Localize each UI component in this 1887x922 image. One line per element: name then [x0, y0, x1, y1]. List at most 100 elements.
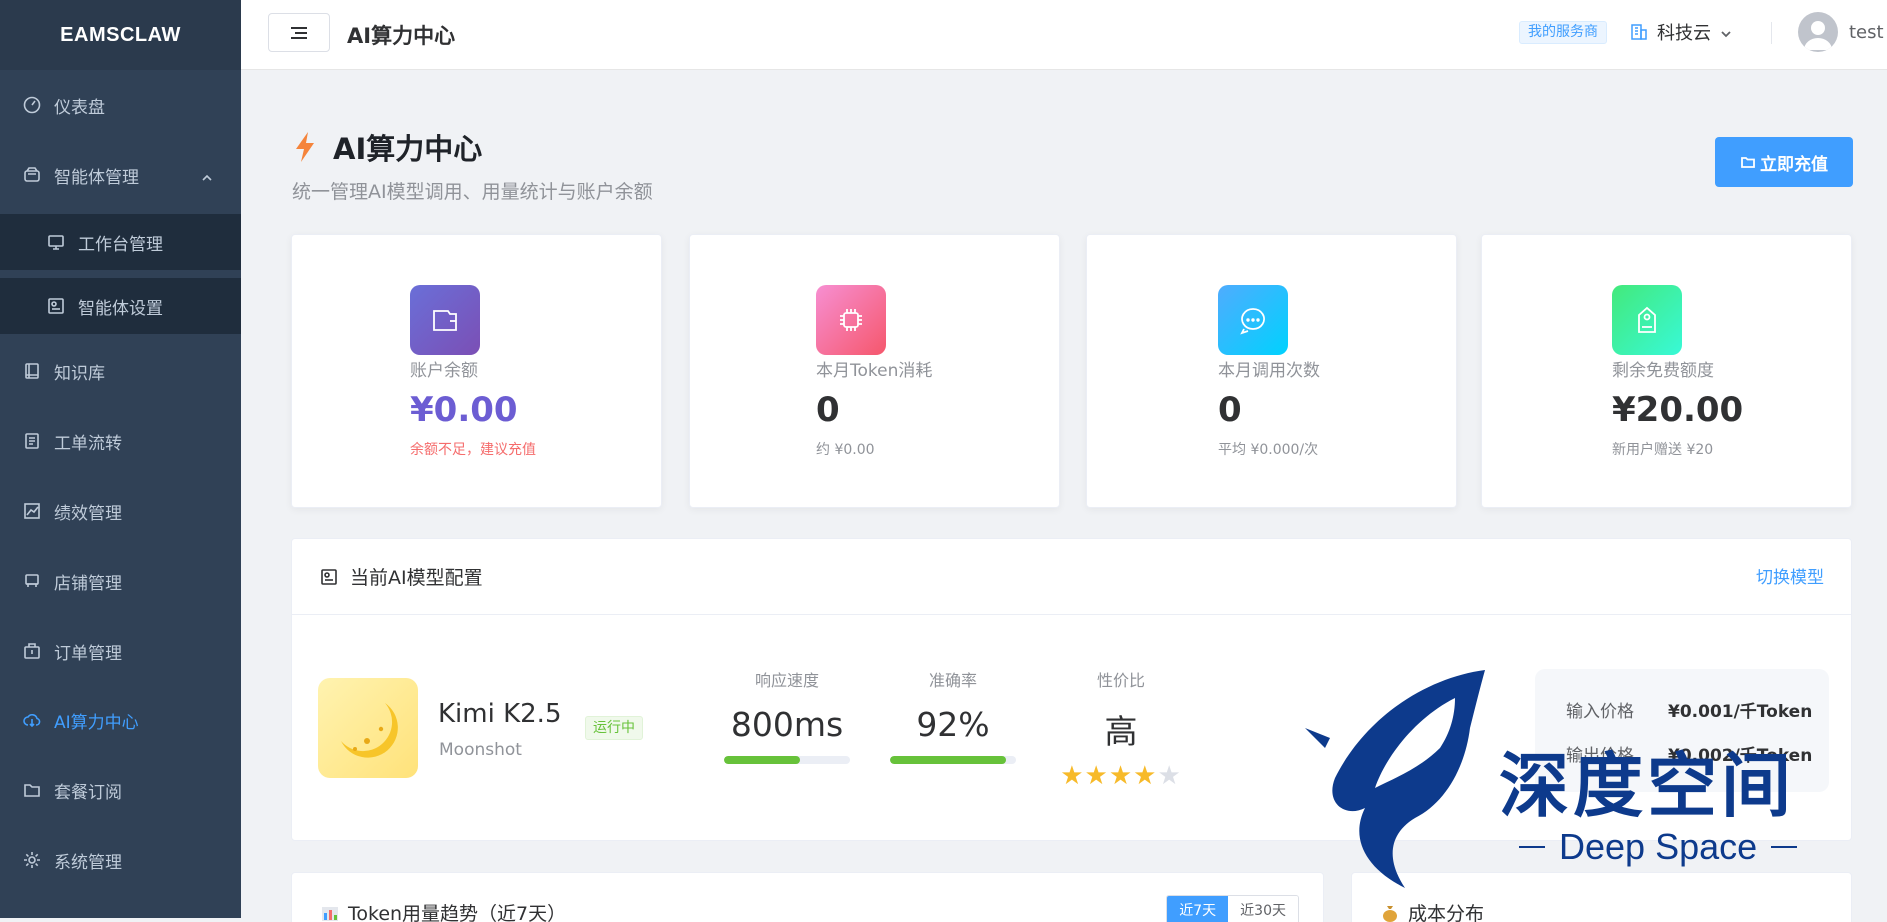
tab-30-days[interactable]: 近30天	[1228, 896, 1298, 922]
sidebar-item-label: 绩效管理	[54, 503, 122, 524]
money-bag-icon	[1383, 905, 1397, 922]
tag-icon	[1612, 285, 1682, 355]
stat-card-token-usage: 本月Token消耗 0 约 ¥0.00	[689, 234, 1060, 508]
recharge-label: 立即充值	[1760, 154, 1828, 175]
sidebar-item-system[interactable]: 系统管理	[0, 832, 241, 888]
metric-label: 准确率	[928, 671, 977, 690]
monitor-icon	[46, 232, 66, 252]
sidebar-item-agent-management[interactable]: 智能体管理	[0, 147, 241, 203]
stat-value: ¥0.00	[410, 390, 518, 430]
switch-model-link[interactable]: 切换模型	[1756, 563, 1824, 588]
sidebar-item-ai-compute[interactable]: AI算力中心	[0, 692, 241, 748]
progress-bar	[890, 756, 1016, 764]
progress-fill	[890, 756, 1006, 764]
sidebar-item-performance[interactable]: 绩效管理	[0, 483, 241, 539]
sidebar-item-label: AI算力中心	[54, 712, 139, 733]
chat-icon	[1218, 285, 1288, 355]
stat-label: 账户余额	[410, 361, 478, 381]
metric-accuracy: 准确率 92%	[890, 667, 1016, 764]
metric-value-ratio: 性价比 高 ★★★★★	[1058, 667, 1184, 789]
star-filled-icon: ★	[1084, 761, 1109, 791]
stat-card-balance: 账户余额 ¥0.00 余额不足，建议充值	[291, 234, 662, 508]
sidebar-item-workbench[interactable]: 工作台管理	[0, 214, 241, 270]
shark-logo-icon	[1305, 670, 1485, 888]
watermark-en: Deep Space	[1505, 826, 1811, 868]
stat-label: 本月调用次数	[1218, 361, 1320, 381]
model-logo	[318, 678, 418, 778]
stat-label: 剩余免费额度	[1612, 361, 1714, 381]
metric-value: 高	[1104, 712, 1138, 751]
divider-line	[1771, 846, 1798, 848]
page-subtitle: 统一管理AI模型调用、用量统计与账户余额	[292, 181, 653, 203]
shop-icon	[22, 571, 42, 591]
user-icon	[1804, 21, 1832, 50]
cloud-icon	[22, 710, 42, 730]
stat-value: 0	[1218, 390, 1242, 430]
range-tabs: 近7天 近30天	[1166, 895, 1299, 922]
top-header: AI算力中心 我的服务商 科技云 test	[241, 0, 1887, 70]
sidebar-item-ticket-flow[interactable]: 工单流转	[0, 413, 241, 469]
watermark: 深度空间 Deep Space	[1305, 668, 1825, 898]
metric-value: 92%	[916, 705, 990, 744]
metric-response-speed: 响应速度 800ms	[724, 667, 850, 764]
hamburger-icon	[291, 26, 307, 39]
company-name: 科技云	[1657, 23, 1711, 44]
header-title: AI算力中心	[347, 24, 456, 48]
sidebar-item-shop[interactable]: 店铺管理	[0, 553, 241, 609]
cost-distribution-title: 成本分布	[1380, 899, 1484, 922]
sidebar-item-orders[interactable]: 订单管理	[0, 623, 241, 679]
star-filled-icon: ★	[1108, 761, 1134, 791]
sidebar-item-label: 套餐订阅	[54, 782, 122, 803]
cpu-icon	[816, 285, 886, 355]
provider-tag[interactable]: 我的服务商	[1519, 21, 1607, 44]
model-config-title-text: 当前AI模型配置	[350, 567, 483, 589]
sidebar-item-label: 智能体设置	[78, 298, 163, 319]
chevron-down-icon	[1719, 25, 1733, 39]
sidebar-item-dashboard[interactable]: 仪表盘	[0, 77, 241, 133]
sidebar-item-subscription[interactable]: 套餐订阅	[0, 762, 241, 818]
avatar[interactable]	[1798, 12, 1838, 52]
model-config-header: 当前AI模型配置 切换模型	[292, 539, 1851, 615]
sidebar-item-agent-settings[interactable]: 智能体设置	[0, 278, 241, 334]
model-vendor: Moonshot	[439, 740, 522, 760]
recharge-button[interactable]: 立即充值	[1715, 137, 1853, 187]
sidebar-item-knowledge-base[interactable]: 知识库	[0, 343, 241, 399]
sidebar-item-label: 仪表盘	[54, 97, 105, 118]
stat-card-free-quota: 剩余免费额度 ¥20.00 新用户赠送 ¥20	[1481, 234, 1852, 508]
sidebar-item-label: 店铺管理	[54, 573, 122, 594]
company-dropdown[interactable]: 科技云	[1629, 19, 1733, 45]
stat-card-call-count: 本月调用次数 0 平均 ¥0.000/次	[1086, 234, 1457, 508]
sidebar-item-label: 工单流转	[54, 433, 122, 454]
token-trend-card: Token用量趋势（近7天） 近7天 近30天	[291, 872, 1324, 922]
menu-toggle-button[interactable]	[268, 13, 330, 52]
bar-chart-icon	[322, 906, 338, 921]
token-trend-title: Token用量趋势（近7天）	[320, 899, 566, 922]
building-icon	[1629, 22, 1649, 42]
stat-value: 0	[816, 390, 840, 430]
stat-value: ¥20.00	[1612, 390, 1744, 430]
tab-7-days[interactable]: 近7天	[1167, 896, 1229, 922]
robot-icon	[22, 165, 42, 185]
star-rating: ★★★★★	[1058, 763, 1184, 789]
model-name: Kimi K2.5	[438, 699, 562, 729]
briefcase-icon	[22, 641, 42, 661]
book-icon	[22, 361, 42, 381]
username[interactable]: test	[1849, 22, 1884, 43]
cost-distribution-title-text: 成本分布	[1408, 903, 1485, 922]
document-icon	[22, 431, 42, 451]
gear-icon	[22, 850, 42, 870]
folder-icon	[1741, 157, 1755, 168]
metric-value: 800ms	[730, 705, 844, 744]
sidebar: EAMSCLAW 仪表盘 智能体管理 工作台管理 智能体设置 知识库 工单流转 …	[0, 0, 241, 918]
status-badge: 运行中	[585, 716, 643, 740]
brand-logo[interactable]: EAMSCLAW	[0, 0, 241, 70]
settings-panel-icon	[46, 296, 66, 316]
sidebar-item-label: 智能体管理	[54, 167, 139, 188]
dashboard-icon	[22, 95, 42, 115]
model-config-title: 当前AI模型配置	[320, 563, 483, 590]
token-trend-title-text: Token用量趋势（近7天）	[348, 903, 567, 922]
metric-label: 响应速度	[754, 671, 819, 690]
stat-label: 本月Token消耗	[816, 361, 933, 381]
chevron-up-icon	[201, 169, 213, 181]
moon-icon	[341, 703, 398, 758]
